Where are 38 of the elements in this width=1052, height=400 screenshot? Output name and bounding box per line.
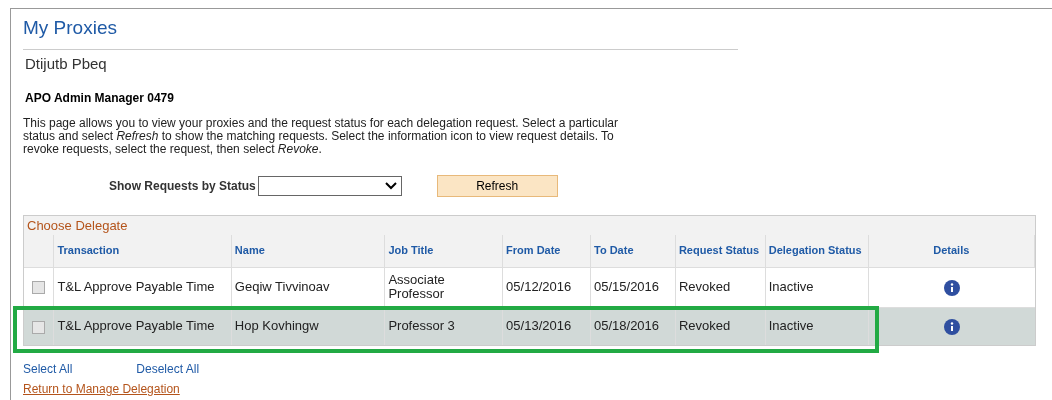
- table-cell: Associate Professor: [384, 267, 503, 307]
- grid-title: Choose Delegate: [26, 217, 129, 235]
- user-name: Dtijutb Pbeq: [25, 53, 108, 74]
- column-header: Name: [231, 235, 385, 267]
- table-cell: Geqiw Tivvinoav: [231, 267, 385, 307]
- return-link[interactable]: Return to Manage Delegation: [23, 380, 1052, 398]
- select-all-link[interactable]: Select All: [23, 360, 73, 378]
- column-header: From Date: [502, 235, 591, 267]
- table-cell: Inactive: [765, 267, 869, 307]
- column-header: Details: [868, 235, 1035, 267]
- info-icon[interactable]: [943, 319, 960, 335]
- table-cell: Inactive: [765, 307, 869, 345]
- table-cell: 05/13/2016: [502, 307, 591, 345]
- table-cell: T&L Approve Payable Time: [53, 267, 232, 307]
- column-header: Delegation Status: [765, 235, 869, 267]
- status-filter-label: Show Requests by Status: [109, 178, 256, 195]
- table-cell: T&L Approve Payable Time: [53, 307, 232, 345]
- table-cell: 05/12/2016: [502, 267, 591, 307]
- column-header: Request Status: [675, 235, 766, 267]
- table-cell: Revoked: [675, 307, 766, 345]
- chevron-down-icon: [384, 182, 397, 190]
- role-heading: APO Admin Manager 0479: [25, 90, 175, 107]
- table-cell: Hop Kovhingw: [231, 307, 385, 345]
- status-dropdown[interactable]: [257, 176, 402, 196]
- description-text: This page allows you to view your proxies and the request status for each delegation request. Select a particular status and select Refresh to show the matching requests. Select the information icon to view request details. To revoke requests, select the request, then select Revoke.: [23, 117, 619, 156]
- column-header: Transaction: [53, 235, 232, 267]
- column-header: To Date: [590, 235, 676, 267]
- column-header: Job Title: [384, 235, 503, 267]
- info-icon[interactable]: [943, 279, 960, 296]
- page-title: My Proxies: [23, 9, 738, 50]
- refresh-button[interactable]: Refresh: [436, 175, 558, 197]
- table-cell: 05/15/2016: [590, 267, 676, 307]
- row-checkbox[interactable]: [32, 281, 46, 295]
- row-checkbox[interactable]: [32, 320, 46, 334]
- table-cell: Revoked: [675, 267, 766, 307]
- table-cell: Professor 3: [384, 307, 503, 345]
- table-cell: 05/18/2016: [590, 307, 676, 345]
- deselect-all-link[interactable]: Deselect All: [136, 360, 200, 378]
